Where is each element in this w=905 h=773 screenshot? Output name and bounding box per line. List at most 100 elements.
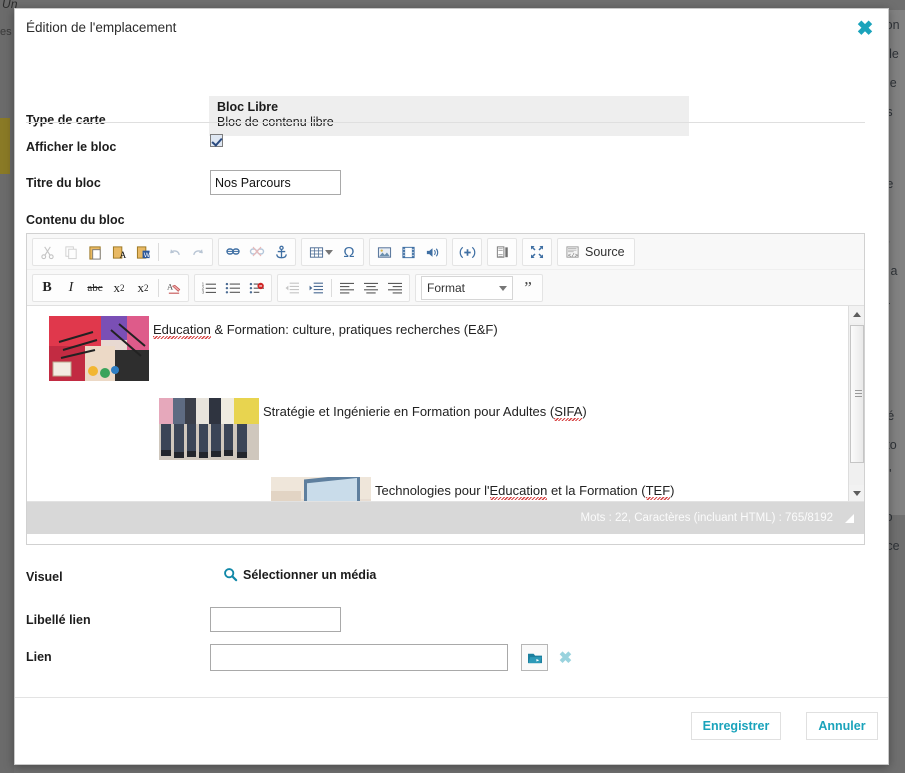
cancel-button[interactable]: Annuler <box>806 712 878 740</box>
toolbar-group-maximize <box>522 238 552 266</box>
copy-icon[interactable] <box>59 240 83 264</box>
rich-text-editor: A W Ω </> Source B I abc x 2 x 2 A 1 2 3… <box>26 233 865 545</box>
format-select[interactable]: Format <box>421 276 513 300</box>
align-center-icon[interactable] <box>359 276 383 300</box>
edit-location-dialog: Édition de l'emplacement ✖ Type de carte… <box>14 8 889 765</box>
toolbar-group-media <box>369 238 447 266</box>
editor-content-area[interactable]: Education & Formation: culture, pratique… <box>27 306 864 502</box>
clear-link-button[interactable]: ✖ <box>552 644 579 671</box>
editor-content-text: Technologies pour l'Education et la Form… <box>375 477 675 498</box>
toolbar-group-basicstyles: B I abc x2 x2 A <box>32 274 189 302</box>
editor-status-bar: Mots : 22, Caractères (incluant HTML) : … <box>27 502 864 534</box>
bulleted-list-icon[interactable] <box>221 276 245 300</box>
editor-word-count: Mots : 22, Caractères (incluant HTML) : … <box>580 512 833 524</box>
scrollbar-thumb[interactable] <box>850 325 864 463</box>
link-input[interactable] <box>210 644 508 671</box>
scrollbar-grip-icon <box>855 390 862 397</box>
browse-link-button[interactable] <box>521 644 548 671</box>
folder-open-icon <box>527 653 542 663</box>
page-break-icon[interactable] <box>490 240 514 264</box>
misspelled-word: Education <box>153 322 211 337</box>
select-media-button[interactable]: Sélectionner un média <box>223 567 376 582</box>
align-left-icon[interactable] <box>335 276 359 300</box>
toolbar-separator <box>158 279 159 297</box>
editor-text-rest-1: & Formation: culture, pratiques recherch… <box>210 322 498 337</box>
toolbar-separator <box>158 243 159 261</box>
outdent-icon[interactable] <box>280 276 304 300</box>
maximize-icon[interactable] <box>525 240 549 264</box>
backdrop-left-accent-bar <box>0 118 10 174</box>
remove-format-icon[interactable]: A <box>162 276 186 300</box>
indent-icon[interactable] <box>304 276 328 300</box>
svg-text:W: W <box>143 251 150 258</box>
resize-grip-icon[interactable] <box>845 513 854 523</box>
omega-icon[interactable]: Ω <box>337 240 361 264</box>
editor-text-part-3b: et la Formation ( <box>547 483 646 498</box>
table-dropdown-caret-icon[interactable] <box>325 249 333 255</box>
save-button[interactable]: Enregistrer <box>691 712 781 740</box>
toolbar-group-insert: Ω <box>301 238 364 266</box>
block-title-label: Titre du bloc <box>26 176 101 190</box>
block-content-label: Contenu du bloc <box>26 213 125 227</box>
toolbar-group-insert-plus <box>452 238 482 266</box>
toolbar-group-styles: Format ” <box>415 274 543 302</box>
thumbnail-image-1 <box>49 316 149 386</box>
superscript-icon[interactable]: x2 <box>131 276 155 300</box>
thumbnail-image-2 <box>159 398 259 465</box>
section-divider <box>26 122 865 123</box>
backdrop-corner-text-2: es <box>0 26 12 38</box>
video-icon[interactable] <box>396 240 420 264</box>
editor-text-part-2: Stratégie et Ingénierie en Formation pou… <box>263 404 555 419</box>
show-block-checkbox[interactable] <box>210 134 223 147</box>
italic-icon[interactable]: I <box>59 276 83 300</box>
dialog-footer: Enregistrer Annuler <box>15 697 888 764</box>
dialog-title: Édition de l'emplacement <box>26 20 177 35</box>
todo-list-icon[interactable] <box>245 276 269 300</box>
blockquote-icon[interactable]: ” <box>516 276 540 300</box>
visuel-label: Visuel <box>26 570 63 584</box>
paste-text-icon[interactable]: A <box>107 240 131 264</box>
svg-text:</>: </> <box>568 251 579 258</box>
undo-icon[interactable] <box>162 240 186 264</box>
block-title-input[interactable] <box>210 170 341 195</box>
align-right-icon[interactable] <box>383 276 407 300</box>
source-button-label: Source <box>585 245 625 259</box>
scroll-down-icon[interactable] <box>849 485 864 501</box>
svg-text:3: 3 <box>202 290 205 295</box>
editor-text-part-2b: ) <box>582 404 587 419</box>
close-icon[interactable]: ✖ <box>854 19 876 41</box>
bold-icon[interactable]: B <box>35 276 59 300</box>
dialog-header: Édition de l'emplacement ✖ <box>15 9 888 49</box>
chevron-down-icon <box>499 285 507 291</box>
source-button[interactable]: </> Source <box>560 240 632 264</box>
toolbar-group-pagebreak <box>487 238 517 266</box>
strikethrough-icon[interactable]: abc <box>83 276 107 300</box>
paste-icon[interactable] <box>83 240 107 264</box>
thumbnail-image-3 <box>271 473 371 501</box>
editor-content-inner: Education & Formation: culture, pratique… <box>27 306 864 501</box>
format-select-value: Format <box>427 281 466 295</box>
misspelled-word: SIFA <box>554 404 583 419</box>
audio-icon[interactable] <box>420 240 444 264</box>
toolbar-group-source: </> Source <box>557 238 635 266</box>
toolbar-separator <box>331 279 332 297</box>
editor-toolbar-row-2: B I abc x2 x2 A 123 Format ” <box>27 270 864 306</box>
anchor-icon[interactable] <box>269 240 293 264</box>
cut-icon[interactable] <box>35 240 59 264</box>
unlink-icon[interactable] <box>245 240 269 264</box>
scroll-up-icon[interactable] <box>849 306 864 323</box>
card-type-row: Type de carte Bloc Libre Bloc de contenu… <box>15 49 888 136</box>
image-icon[interactable] <box>372 240 396 264</box>
subscript-icon[interactable]: x2 <box>107 276 131 300</box>
link-label-input[interactable] <box>210 607 341 632</box>
editor-scrollbar[interactable] <box>848 306 864 501</box>
misspelled-word: TEF <box>645 483 671 498</box>
link-icon[interactable] <box>221 240 245 264</box>
editor-content-text: Education & Formation: culture, pratique… <box>153 316 498 337</box>
redo-icon[interactable] <box>186 240 210 264</box>
editor-content-row: Education & Formation: culture, pratique… <box>49 316 838 386</box>
card-type-name: Bloc Libre <box>217 100 279 114</box>
paste-word-icon[interactable]: W <box>131 240 155 264</box>
numbered-list-icon[interactable]: 123 <box>197 276 221 300</box>
insert-plus-icon[interactable] <box>455 240 479 264</box>
